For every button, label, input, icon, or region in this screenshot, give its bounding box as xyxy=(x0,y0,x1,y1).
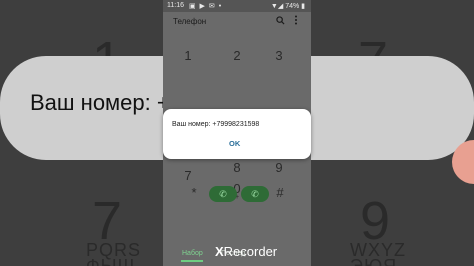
key-1[interactable]: 1 xyxy=(173,48,203,63)
key-star[interactable]: * xyxy=(179,185,209,200)
key-3[interactable]: 3 xyxy=(264,48,294,63)
phone-icon: ✆ xyxy=(219,189,227,199)
active-tab-indicator xyxy=(181,260,203,262)
bg-dialog-text: Ваш номер: + xyxy=(30,90,170,115)
status-time: 11:16 xyxy=(167,2,184,9)
recorder-watermark: XRecorder xyxy=(215,244,277,259)
page-title: Телефон xyxy=(173,17,207,26)
key-8[interactable]: 8 xyxy=(222,160,252,175)
ok-button[interactable]: OK xyxy=(229,139,240,148)
battery-indicator: ▼◢ 74% ▮ xyxy=(271,2,305,10)
dialog-message: Ваш номер: +79998231598 xyxy=(172,121,260,128)
phone-icon: ✆ xyxy=(251,189,259,199)
tab-keypad[interactable]: Набор xyxy=(182,250,203,257)
signal-icon: ▼◢ xyxy=(270,3,286,10)
status-bar: 11:16 ▣ ▶ ✉ • ▼◢ 74% ▮ xyxy=(163,0,311,12)
watermark-text: Recorder xyxy=(223,244,278,259)
key-hash[interactable]: # xyxy=(265,185,295,200)
call-button-sim2[interactable]: ✆ xyxy=(241,186,269,202)
more-vert-icon[interactable] xyxy=(294,15,298,27)
key-7[interactable]: 7 xyxy=(173,168,203,183)
call-button-sim1[interactable]: ✆ xyxy=(209,186,237,202)
bg-dial-sub: ФЫШ xyxy=(86,256,136,266)
ussd-dialog: Ваш номер: +79998231598 OK xyxy=(163,109,311,159)
key-9[interactable]: 9 xyxy=(264,160,294,175)
key-2[interactable]: 2 xyxy=(222,48,252,63)
app-bar: Телефон xyxy=(163,12,311,32)
search-icon[interactable] xyxy=(276,16,285,27)
notification-icons: ▣ ▶ ✉ • xyxy=(189,3,223,10)
battery-icon: ▮ xyxy=(299,3,305,10)
watermark-x: X xyxy=(215,244,224,259)
battery-percent: 74% xyxy=(285,3,300,10)
bg-dial-sub: ЭЮЯ xyxy=(350,256,398,266)
